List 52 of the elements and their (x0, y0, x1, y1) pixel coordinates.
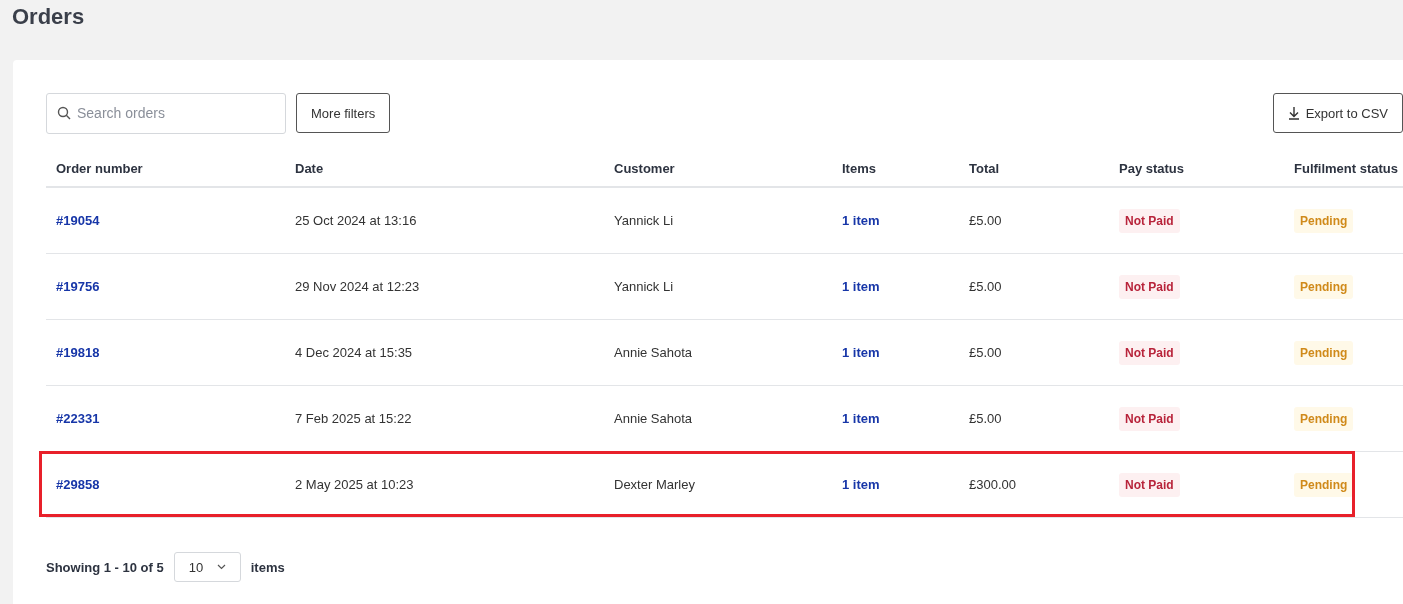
customer-cell-text: Annie Sahota (613, 345, 694, 360)
total-cell-text: £5.00 (968, 213, 1003, 228)
download-icon (1287, 106, 1300, 120)
search-field[interactable]: Search orders (46, 92, 286, 134)
total-cell-text: £5.00 (968, 279, 1003, 294)
customer-cell-text: Dexter Marley (613, 477, 696, 492)
items-link[interactable]: 1 item (832, 279, 880, 294)
pay-status-badge: Not Paid (1119, 274, 1180, 299)
fulfilment-status-badge: Pending (1294, 340, 1354, 365)
fulfilment-status-badge: Pending (1294, 406, 1354, 431)
customer-cell-text: Yannick Li (613, 279, 674, 294)
fulfilment-status-badge: Pending (1294, 274, 1354, 299)
column-header: Customer (613, 161, 676, 178)
order-link[interactable]: #19818 (46, 345, 100, 360)
chevron-down-icon (217, 564, 227, 570)
export-csv-button[interactable]: Export to CSV (1272, 93, 1403, 133)
date-cell-text: 7 Feb 2025 at 15:22 (294, 411, 413, 426)
order-link[interactable]: #22331 (46, 411, 100, 426)
total-cell-text: £5.00 (968, 345, 1003, 360)
total-cell-text: £5.00 (968, 411, 1003, 426)
items-link[interactable]: 1 item (832, 411, 880, 426)
customer-cell-text: Yannick Li (613, 213, 674, 228)
date-cell-text: 4 Dec 2024 at 15:35 (294, 345, 414, 360)
items-link[interactable]: 1 item (832, 213, 880, 228)
order-link[interactable]: #19054 (46, 213, 100, 228)
search-icon (57, 105, 71, 120)
column-header: Items (841, 161, 877, 178)
date-cell-text: 25 Oct 2024 at 13:16 (294, 213, 418, 228)
column-header: Pay status (1118, 161, 1186, 178)
column-header: Date (294, 161, 325, 178)
more-filters-button[interactable]: More filters (296, 93, 391, 133)
order-link[interactable]: #29858 (46, 477, 100, 492)
column-header: Fulfilment status (1293, 161, 1399, 178)
showing-summary: Showing 1 - 10 of 5 (46, 559, 164, 575)
page-title: Orders (12, 4, 85, 29)
customer-cell-text: Annie Sahota (613, 411, 694, 426)
order-link[interactable]: #19756 (46, 279, 100, 294)
pay-status-badge: Not Paid (1119, 208, 1180, 233)
pay-status-badge: Not Paid (1119, 406, 1180, 431)
column-header: Order number (55, 161, 144, 178)
total-cell-text: £300.00 (968, 477, 1017, 492)
column-header: Total (968, 161, 1001, 178)
page-size-select[interactable]: 10 (173, 552, 241, 582)
fulfilment-status-badge: Pending (1294, 208, 1354, 233)
items-label: items (250, 559, 285, 575)
date-cell-text: 29 Nov 2024 at 12:23 (294, 279, 421, 294)
date-cell-text: 2 May 2025 at 10:23 (294, 477, 415, 492)
pay-status-badge: Not Paid (1119, 340, 1180, 365)
fulfilment-status-badge: Pending (1294, 472, 1354, 497)
items-link[interactable]: 1 item (832, 345, 880, 360)
items-link[interactable]: 1 item (832, 477, 880, 492)
pay-status-badge: Not Paid (1119, 472, 1180, 497)
